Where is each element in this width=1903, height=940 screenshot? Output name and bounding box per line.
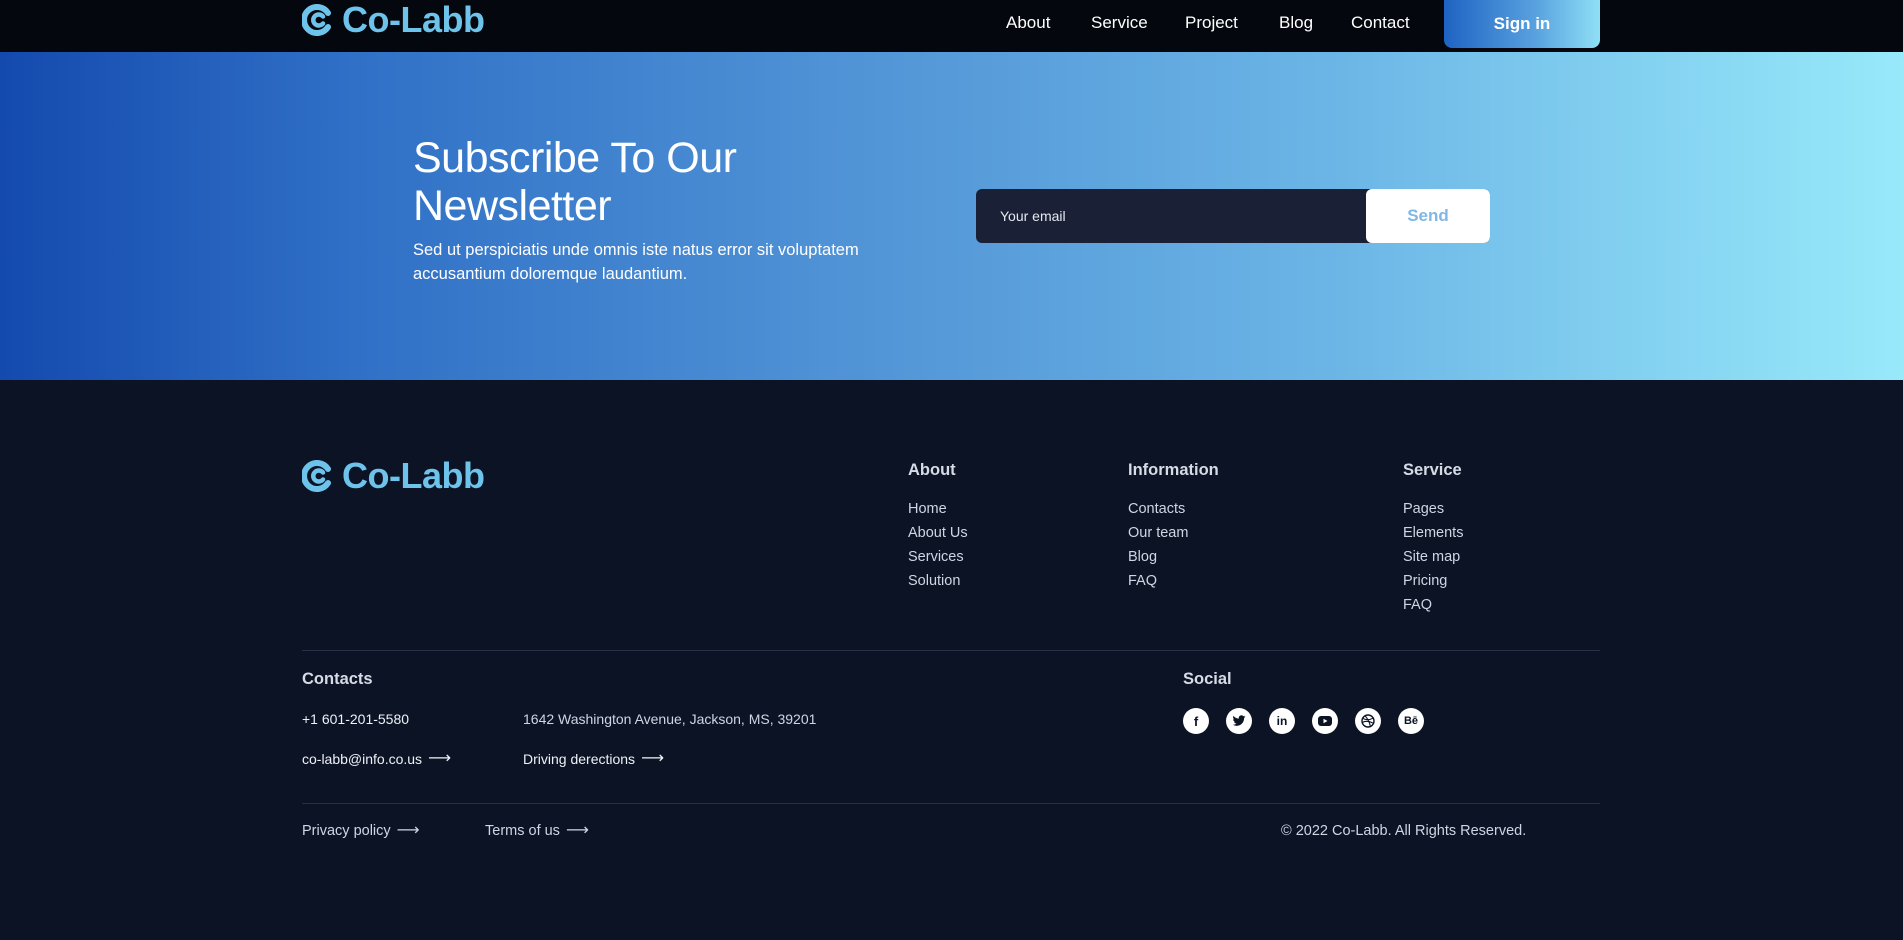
facebook-icon[interactable]: f — [1183, 708, 1209, 734]
footer-heading-service: Service — [1403, 461, 1462, 479]
social-icons: f in Bē — [1183, 708, 1424, 734]
twitter-icon[interactable] — [1226, 708, 1252, 734]
footer-link-blog[interactable]: Blog — [1128, 549, 1157, 565]
nav-contact[interactable]: Contact — [1351, 13, 1410, 33]
behance-icon[interactable]: Bē — [1398, 708, 1424, 734]
footer-link-faq[interactable]: FAQ — [1128, 573, 1157, 589]
footer-divider-top — [302, 650, 1600, 651]
footer-link-pages[interactable]: Pages — [1403, 501, 1444, 517]
contact-email-link[interactable]: co-labb@info.co.us ⟶ — [302, 750, 451, 768]
dribbble-icon[interactable] — [1355, 708, 1381, 734]
youtube-icon[interactable] — [1312, 708, 1338, 734]
footer-link-solution[interactable]: Solution — [908, 573, 960, 589]
footer-divider-bottom — [302, 803, 1600, 804]
c-mark-logo-icon — [302, 460, 331, 492]
terms-link[interactable]: Terms of us ⟶ — [485, 822, 589, 840]
driving-directions-link[interactable]: Driving derections ⟶ — [523, 750, 664, 768]
footer-link-our-team[interactable]: Our team — [1128, 525, 1188, 541]
driving-directions-label: Driving derections — [523, 751, 636, 767]
footer-heading-information: Information — [1128, 461, 1219, 479]
footer-link-site-map[interactable]: Site map — [1403, 549, 1460, 565]
arrow-right-icon: ⟶ — [641, 750, 664, 767]
nav-about[interactable]: About — [1006, 13, 1050, 33]
footer-heading-about: About — [908, 461, 956, 479]
contact-email: co-labb@info.co.us — [302, 751, 423, 767]
arrow-right-icon: ⟶ — [396, 822, 420, 839]
email-input[interactable] — [976, 189, 1366, 243]
newsletter-title: Subscribe To Our Newsletter — [413, 134, 737, 230]
nav-blog[interactable]: Blog — [1279, 13, 1313, 33]
send-button[interactable]: Send — [1366, 189, 1490, 243]
top-navbar: Co-Labb About Service Project Blog Conta… — [0, 0, 1903, 52]
sign-in-button[interactable]: Sign in — [1444, 0, 1600, 48]
newsletter-description: Sed ut perspiciatis unde omnis iste natu… — [413, 241, 859, 283]
contact-address: 1642 Washington Avenue, Jackson, MS, 392… — [523, 711, 817, 727]
newsletter-section: Subscribe To Our Newsletter Sed ut persp… — [0, 52, 1903, 380]
terms-label: Terms of us — [485, 823, 560, 839]
linkedin-icon[interactable]: in — [1269, 708, 1295, 734]
contacts-heading: Contacts — [302, 670, 373, 688]
contact-phone[interactable]: +1 601-201-5580 — [302, 711, 409, 727]
footer-link-elements[interactable]: Elements — [1403, 525, 1463, 541]
arrow-right-icon: ⟶ — [565, 822, 589, 839]
footer-link-faq-service[interactable]: FAQ — [1403, 597, 1432, 613]
privacy-policy-link[interactable]: Privacy policy ⟶ — [302, 822, 420, 840]
footer-brand-name: Co-Labb — [342, 455, 485, 496]
copyright-text: © 2022 Co-Labb. All Rights Reserved. — [1281, 823, 1527, 839]
footer-link-pricing[interactable]: Pricing — [1403, 573, 1447, 589]
arrow-right-icon: ⟶ — [428, 750, 451, 767]
footer-link-about-us[interactable]: About Us — [908, 525, 968, 541]
nav-service[interactable]: Service — [1091, 13, 1148, 33]
nav-project[interactable]: Project — [1185, 13, 1238, 33]
newsletter-form: Send — [976, 189, 1490, 243]
social-heading: Social — [1183, 670, 1232, 688]
privacy-policy-label: Privacy policy — [302, 823, 391, 839]
c-mark-logo-icon — [302, 4, 331, 36]
brand-logo[interactable]: Co-Labb — [302, 0, 485, 40]
footer-link-home[interactable]: Home — [908, 501, 947, 517]
footer-brand-logo[interactable]: Co-Labb — [302, 455, 485, 497]
brand-name: Co-Labb — [342, 0, 485, 40]
footer-link-services[interactable]: Services — [908, 549, 964, 565]
footer-link-contacts[interactable]: Contacts — [1128, 501, 1185, 517]
